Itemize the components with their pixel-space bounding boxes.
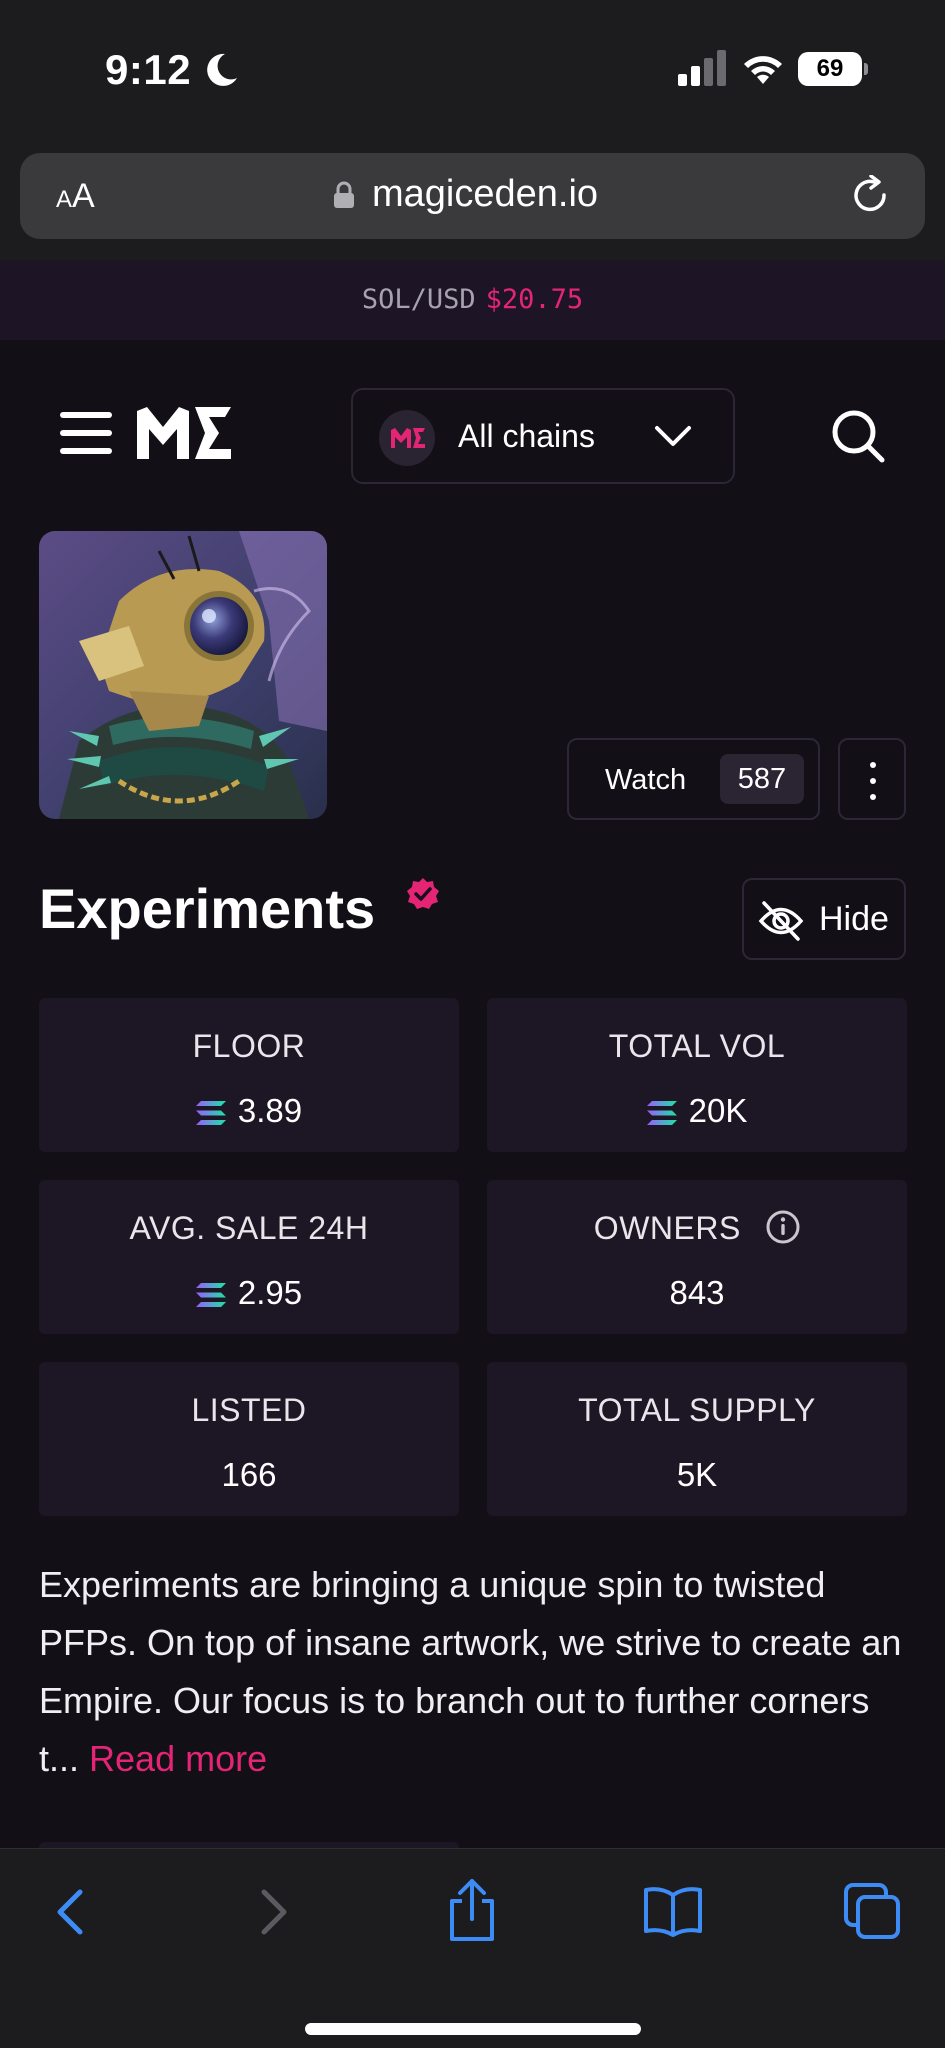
stat-value: 20K [487, 1092, 907, 1130]
watch-count-badge: 587 [720, 754, 804, 804]
home-indicator [305, 2023, 641, 2035]
stat-value: 843 [669, 1274, 725, 1311]
browser-toolbar [0, 1848, 945, 2048]
search-icon[interactable] [830, 408, 886, 464]
ticker-price: $20.75 [485, 284, 584, 315]
clock: 9:12 [105, 46, 192, 93]
eye-off-icon [758, 901, 804, 941]
stat-label: LISTED [191, 1392, 307, 1428]
hide-label: Hide [819, 900, 889, 938]
stat-label: OWNERS [487, 1210, 907, 1247]
watch-label: Watch [605, 764, 687, 796]
forward-icon[interactable] [256, 1884, 292, 1940]
text-size-button[interactable]: AA [56, 177, 95, 216]
read-more-link[interactable]: Read more [89, 1738, 267, 1779]
ticker-label: SOL/USD [361, 284, 476, 315]
stat-label: AVG. SALE 24H [129, 1210, 369, 1246]
url-text[interactable]: magiceden.io [372, 173, 598, 216]
stat-card-floor: FLOOR 3.89 [39, 998, 459, 1152]
share-icon[interactable] [446, 1877, 498, 1943]
address-bar[interactable]: AA magiceden.io [20, 153, 925, 239]
stat-card-owners: OWNERS 843 [487, 1180, 907, 1334]
tabs-icon[interactable] [844, 1883, 902, 1941]
stat-label: TOTAL SUPPLY [578, 1392, 816, 1428]
stat-label: TOTAL VOL [608, 1028, 786, 1064]
bookmarks-icon[interactable] [643, 1885, 703, 1937]
info-icon[interactable] [766, 1210, 800, 1244]
price-ticker: SOL/USD $20.75 [0, 260, 945, 340]
browser-address-area: AA magiceden.io [0, 140, 945, 260]
watch-button[interactable]: Watch 587 [567, 738, 820, 820]
verified-badge-icon [407, 878, 439, 909]
chevron-down-icon [655, 426, 691, 446]
stat-value: 2.95 [39, 1274, 459, 1312]
battery-tip [864, 63, 868, 75]
reload-icon[interactable] [850, 175, 892, 217]
collection-avatar [39, 531, 327, 819]
more-dot [870, 778, 876, 784]
stat-value: 5K [676, 1456, 718, 1493]
stat-card-total-vol: TOTAL VOL 20K [487, 998, 907, 1152]
stat-value: 3.89 [39, 1092, 459, 1130]
battery-indicator: 69 [798, 52, 862, 86]
hamburger-menu-icon[interactable] [60, 410, 112, 456]
collection-description: Experiments are bringing a unique spin t… [39, 1564, 902, 1779]
hide-button[interactable]: Hide [742, 878, 906, 960]
lock-icon [334, 181, 354, 208]
stat-card-total-supply: TOTAL SUPPLY 5K [487, 1362, 907, 1516]
solana-icon [646, 1101, 677, 1125]
stat-card-listed: LISTED 166 [39, 1362, 459, 1516]
more-options-button[interactable] [838, 738, 906, 820]
stat-card-avg-sale: AVG. SALE 24H 2.95 [39, 1180, 459, 1334]
solana-icon [195, 1283, 226, 1307]
magic-eden-logo[interactable] [133, 403, 233, 463]
wifi-icon [744, 56, 782, 84]
chain-selector[interactable]: All chains [351, 388, 735, 484]
stat-value: 166 [221, 1456, 277, 1493]
cellular-signal-icon [678, 50, 726, 86]
moon-icon [207, 53, 237, 86]
more-dot [870, 794, 876, 800]
back-icon[interactable] [52, 1884, 88, 1940]
status-bar: 9:12 69 [0, 0, 945, 140]
stat-label: FLOOR [192, 1028, 306, 1064]
chain-selector-label: All chains [458, 418, 595, 454]
collection-title: Experiments [39, 877, 376, 940]
chain-logo-icon [379, 410, 435, 466]
solana-icon [195, 1101, 226, 1125]
more-dot [870, 762, 876, 768]
